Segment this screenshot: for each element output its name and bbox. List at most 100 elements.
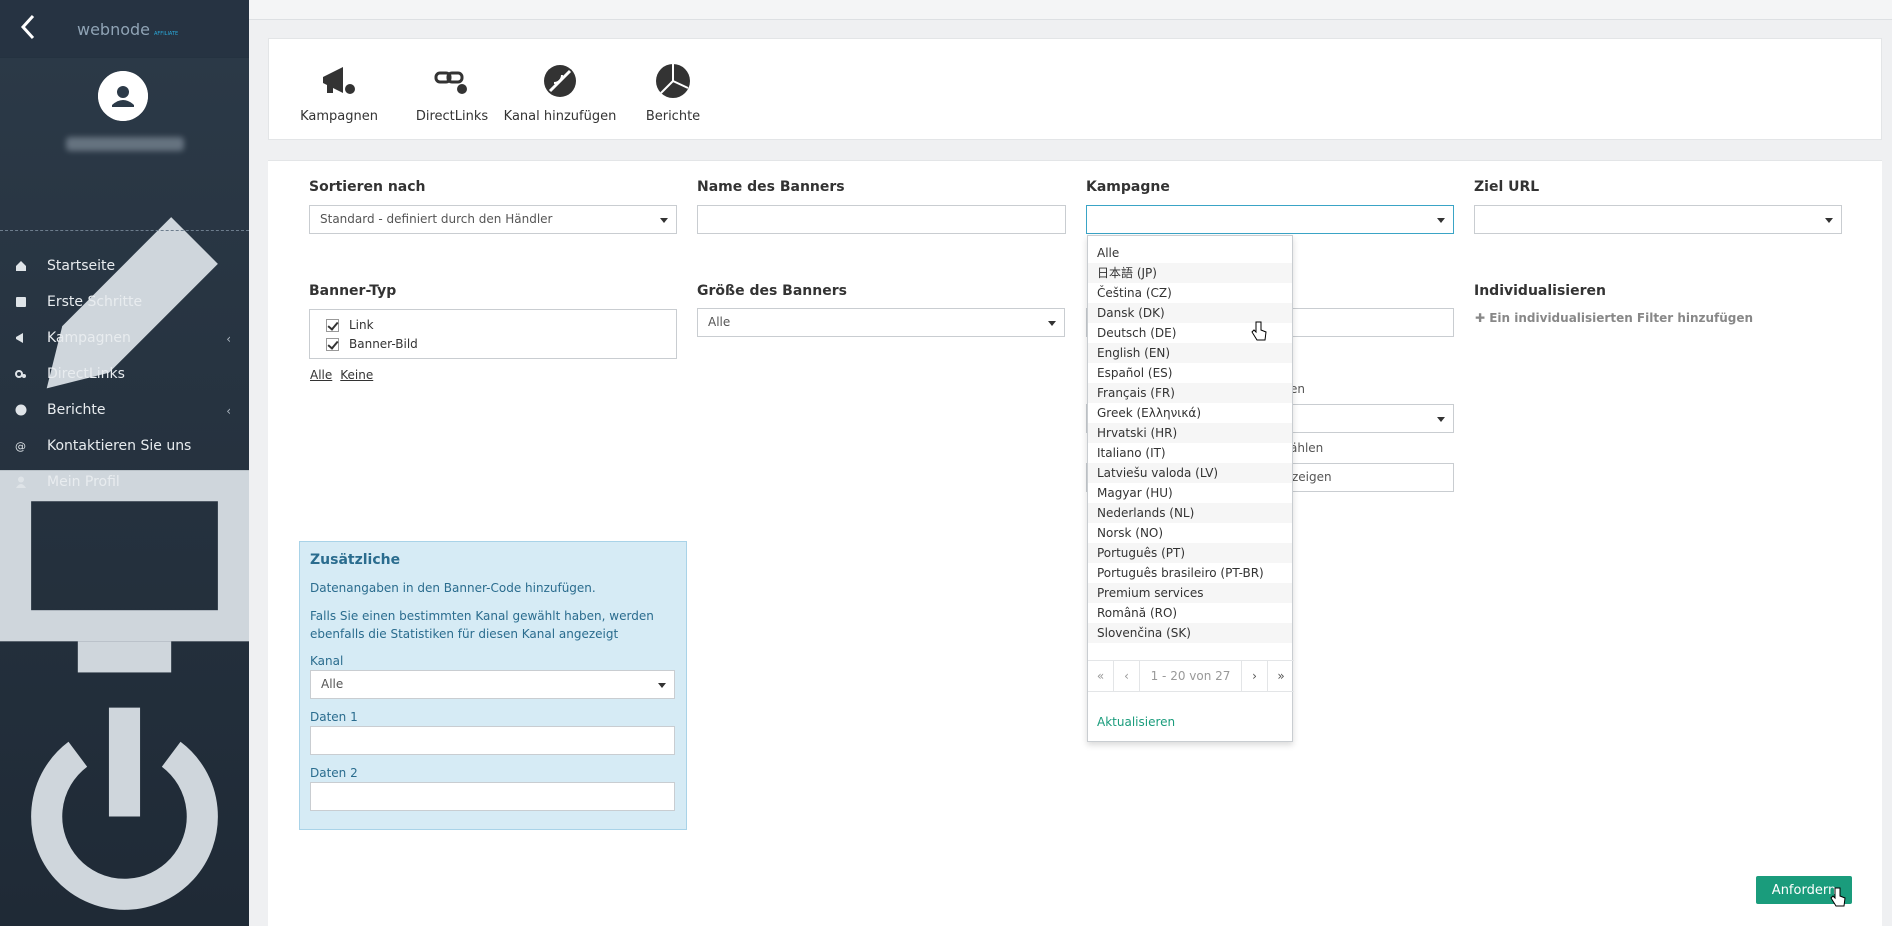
sidebar-item-erste-schritte[interactable]: Erste Schritte bbox=[0, 284, 249, 320]
sort-select-value: Standard - definiert durch den Händler bbox=[320, 212, 553, 226]
sidebar-item-berichte[interactable]: Berichte ‹ bbox=[0, 392, 249, 428]
megaphone-icon bbox=[16, 333, 23, 343]
caret-down-icon bbox=[1437, 417, 1445, 422]
campaign-option[interactable]: Magyar (HU) bbox=[1088, 483, 1292, 503]
back-arrow-icon[interactable] bbox=[16, 12, 40, 42]
select-none-link[interactable]: Keine bbox=[340, 368, 373, 382]
banner-type-label: Banner-Typ bbox=[309, 283, 397, 299]
caret-down-icon bbox=[1437, 218, 1445, 223]
campaign-option[interactable]: Hrvatski (HR) bbox=[1088, 423, 1292, 443]
additional-data-box: Zusätzliche Datenangaben in den Banner-C… bbox=[299, 541, 687, 830]
hidden-label-fragment-2: ählen bbox=[1290, 441, 1324, 455]
caret-down-icon bbox=[1048, 321, 1056, 326]
sidebar-item-kampagnen[interactable]: Kampagnen ‹ bbox=[0, 320, 249, 356]
sidebar-item-label: Berichte bbox=[47, 402, 106, 418]
campaign-option[interactable]: Nederlands (NL) bbox=[1088, 503, 1292, 523]
banner-size-label: Größe des Banners bbox=[697, 283, 847, 299]
sidebar-item-label: Erste Schritte bbox=[47, 294, 143, 310]
logo-text: webnode bbox=[77, 20, 151, 39]
data1-label: Daten 1 bbox=[310, 710, 358, 724]
campaign-options: Alle 日本語 (JP) Čeština (CZ) Dansk (DK) De… bbox=[1088, 236, 1292, 643]
campaign-option[interactable]: Latviešu valoda (LV) bbox=[1088, 463, 1292, 483]
campaign-option[interactable]: Română (RO) bbox=[1088, 603, 1292, 623]
svg-text:@: @ bbox=[15, 440, 26, 452]
sidebar-item-mein-profil[interactable]: Mein Profil bbox=[0, 464, 249, 500]
caret-down-icon bbox=[658, 683, 666, 688]
data2-label: Daten 2 bbox=[310, 766, 358, 780]
additional-data-text: Datenangaben in den Banner-Code hinzufüg… bbox=[310, 581, 596, 595]
campaign-option[interactable]: 日本語 (JP) bbox=[1088, 263, 1292, 283]
at-icon: @ bbox=[15, 440, 26, 452]
home-icon bbox=[16, 261, 26, 271]
channel-select[interactable]: Alle bbox=[310, 670, 675, 699]
banner-name-input[interactable] bbox=[697, 205, 1066, 234]
satellite-icon bbox=[544, 65, 576, 97]
logo: webnode AFFILIATE bbox=[77, 20, 178, 39]
toolbar-kampagnen[interactable]: Kampagnen bbox=[289, 61, 389, 124]
target-url-label: Ziel URL bbox=[1474, 179, 1540, 195]
campaign-option[interactable]: Italiano (IT) bbox=[1088, 443, 1292, 463]
divider bbox=[0, 230, 249, 231]
data1-input[interactable] bbox=[310, 726, 675, 755]
campaign-option[interactable]: Greek (Ελληνικά) bbox=[1088, 403, 1292, 423]
pager-first[interactable]: « bbox=[1088, 661, 1114, 691]
sidebar-header: webnode AFFILIATE bbox=[0, 0, 249, 58]
add-custom-filter-link[interactable]: ✚ Ein individualisierten Filter hinzufüg… bbox=[1475, 311, 1753, 325]
link-icon bbox=[434, 71, 467, 94]
sort-select[interactable]: Standard - definiert durch den Händler bbox=[309, 205, 677, 234]
target-url-select[interactable] bbox=[1474, 205, 1842, 234]
toolbar-berichte[interactable]: Berichte bbox=[623, 61, 723, 124]
sidebar-item-startseite[interactable]: Startseite bbox=[0, 248, 249, 284]
checkbox-checked[interactable] bbox=[326, 337, 339, 351]
toolbar-label: Kampagnen bbox=[300, 109, 378, 124]
banner-size-select[interactable]: Alle bbox=[697, 308, 1065, 337]
campaign-option[interactable]: Português brasileiro (PT-BR) bbox=[1088, 563, 1292, 583]
campaign-option[interactable]: Français (FR) bbox=[1088, 383, 1292, 403]
campaign-option[interactable]: Premium services bbox=[1088, 583, 1292, 603]
sidebar-item-label: Kampagnen bbox=[47, 330, 131, 346]
dropdown-pager: « ‹ 1 - 20 von 27 › » bbox=[1088, 660, 1294, 692]
pie-chart-icon bbox=[15, 404, 27, 416]
campaign-option[interactable]: Español (ES) bbox=[1088, 363, 1292, 383]
campaign-dropdown: Alle 日本語 (JP) Čeština (CZ) Dansk (DK) De… bbox=[1087, 235, 1294, 742]
toolbar-directlinks[interactable]: DirectLinks bbox=[402, 61, 502, 124]
campaign-option[interactable]: Čeština (CZ) bbox=[1088, 283, 1292, 303]
additional-data-title: Zusätzliche bbox=[310, 552, 401, 568]
sidebar: webnode AFFILIATE Startseite Erste Schrit… bbox=[0, 0, 249, 926]
pager-range: 1 - 20 von 27 bbox=[1140, 661, 1242, 691]
campaign-select[interactable] bbox=[1086, 205, 1454, 234]
channel-select-value: Alle bbox=[321, 677, 344, 691]
pager-prev[interactable]: ‹ bbox=[1114, 661, 1140, 691]
additional-data-note: Falls Sie einen bestimmten Kanal gewählt… bbox=[310, 609, 654, 641]
sidebar-item-kontakt[interactable]: @ Kontaktieren Sie uns bbox=[0, 428, 249, 464]
campaign-option[interactable]: Alle bbox=[1088, 243, 1292, 263]
top-strip bbox=[249, 0, 1892, 20]
add-custom-filter-text: Ein individualisierten Filter hinzufügen bbox=[1489, 311, 1754, 325]
campaign-option[interactable]: Norsk (NO) bbox=[1088, 523, 1292, 543]
chevron-left-icon: ‹ bbox=[226, 332, 231, 346]
pager-last[interactable]: » bbox=[1268, 661, 1294, 691]
checkbox-label: Banner-Bild bbox=[349, 337, 418, 351]
campaign-option[interactable]: Português (PT) bbox=[1088, 543, 1292, 563]
logo-sub: AFFILIATE bbox=[154, 31, 179, 37]
toolbar-kanal-hinzufuegen[interactable]: Kanal hinzufügen bbox=[500, 61, 620, 124]
data2-input[interactable] bbox=[310, 782, 675, 811]
banner-size-select-value: Alle bbox=[708, 315, 731, 329]
checkbox-checked[interactable] bbox=[326, 318, 339, 332]
campaign-option[interactable]: Slovenčina (SK) bbox=[1088, 623, 1292, 643]
refresh-link[interactable]: Aktualisieren bbox=[1097, 715, 1175, 729]
campaign-option[interactable]: English (EN) bbox=[1088, 343, 1292, 363]
power-icon[interactable] bbox=[0, 692, 249, 926]
banner-type-option-image[interactable]: Banner-Bild bbox=[326, 337, 418, 351]
sidebar-item-directlinks[interactable]: DirectLinks bbox=[0, 356, 249, 392]
pager-next[interactable]: › bbox=[1242, 661, 1268, 691]
toolbar-label: DirectLinks bbox=[415, 109, 489, 124]
banner-type-option-link[interactable]: Link bbox=[326, 318, 374, 332]
select-all-link[interactable]: Alle bbox=[310, 368, 332, 382]
action-toolbar: Kampagnen DirectLinks Kanal hinzufügen B… bbox=[268, 38, 1882, 140]
plus-icon: ✚ bbox=[1475, 311, 1490, 325]
avatar-icon[interactable] bbox=[98, 71, 148, 121]
sort-label: Sortieren nach bbox=[309, 179, 426, 195]
sidebar-item-label: Startseite bbox=[47, 258, 116, 274]
caret-down-icon bbox=[660, 218, 668, 223]
